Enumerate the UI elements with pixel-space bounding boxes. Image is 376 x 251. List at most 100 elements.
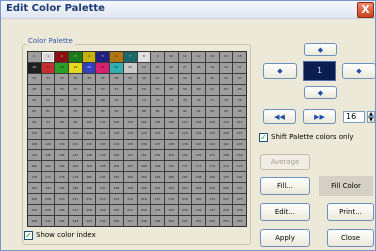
palette-cell[interactable]: 236 (192, 205, 205, 216)
palette-cell[interactable]: 57 (151, 84, 164, 95)
palette-cell[interactable]: 138 (164, 139, 178, 150)
palette-cell[interactable]: 116 (82, 128, 96, 139)
palette-cell[interactable]: 73 (151, 95, 164, 106)
palette-cell[interactable]: 1 (41, 52, 55, 62)
palette-cell[interactable]: 77 (205, 95, 219, 106)
palette-cell[interactable]: 136 (137, 139, 151, 150)
palette-cell[interactable]: 139 (178, 139, 192, 150)
palette-cell[interactable]: 92 (192, 106, 205, 117)
palette-cell[interactable]: 29 (205, 62, 219, 73)
palette-cell[interactable]: 21 (96, 62, 110, 73)
palette-cell[interactable]: 46 (219, 73, 233, 84)
palette-cell[interactable]: 247 (123, 216, 137, 226)
palette-cell[interactable]: 114 (55, 128, 69, 139)
palette-cell[interactable]: 255 (233, 216, 246, 226)
palette-cell[interactable]: 111 (233, 117, 246, 128)
palette-cell[interactable]: 27 (178, 62, 192, 73)
palette-cell[interactable]: 83 (69, 106, 82, 117)
palette-cell[interactable]: 69 (96, 95, 110, 106)
palette-cell[interactable]: 141 (205, 139, 219, 150)
palette-cell[interactable]: 26 (164, 62, 178, 73)
palette-cell[interactable]: 34 (55, 73, 69, 84)
palette-cell[interactable]: 55 (123, 84, 137, 95)
palette-cell[interactable]: 6 (110, 52, 123, 62)
palette-cell[interactable]: 14 (219, 52, 233, 62)
palette-cell[interactable]: 41 (151, 73, 164, 84)
palette-cell[interactable]: 219 (178, 194, 192, 205)
palette-cell[interactable]: 17 (41, 62, 55, 73)
palette-cell[interactable]: 3 (69, 52, 82, 62)
palette-cell[interactable]: 101 (96, 117, 110, 128)
step-down-button[interactable]: ▼ (367, 117, 375, 123)
palette-cell[interactable]: 185 (151, 172, 164, 183)
palette-cell[interactable]: 231 (123, 205, 137, 216)
palette-cell[interactable]: 97 (41, 117, 55, 128)
palette-cell[interactable]: 230 (110, 205, 123, 216)
palette-cell[interactable]: 150 (110, 150, 123, 161)
palette-cell[interactable]: 149 (96, 150, 110, 161)
palette-cell[interactable]: 212 (82, 194, 96, 205)
palette-cell[interactable]: 151 (123, 150, 137, 161)
palette-cell[interactable]: 200 (137, 183, 151, 194)
palette-cell[interactable]: 172 (192, 161, 205, 172)
palette-cell[interactable]: 125 (205, 128, 219, 139)
palette-cell[interactable]: 153 (151, 150, 164, 161)
palette-cell[interactable]: 206 (219, 183, 233, 194)
palette-cell[interactable]: 182 (110, 172, 123, 183)
palette-cell[interactable]: 238 (219, 205, 233, 216)
palette-cell[interactable]: 40 (137, 73, 151, 84)
palette-cell[interactable]: 85 (96, 106, 110, 117)
palette-cell[interactable]: 72 (137, 95, 151, 106)
palette-cell[interactable]: 135 (123, 139, 137, 150)
palette-cell[interactable]: 4 (82, 52, 96, 62)
palette-cell[interactable]: 249 (151, 216, 164, 226)
palette-cell[interactable]: 33 (41, 73, 55, 84)
palette-cell[interactable]: 117 (96, 128, 110, 139)
palette-cell[interactable]: 58 (164, 84, 178, 95)
palette-cell[interactable]: 190 (219, 172, 233, 183)
move-left-button[interactable]: ◆ (263, 63, 297, 79)
palette-cell[interactable]: 31 (233, 62, 246, 73)
palette-cell[interactable]: 205 (205, 183, 219, 194)
palette-cell[interactable]: 13 (205, 52, 219, 62)
palette-cell[interactable]: 20 (82, 62, 96, 73)
palette-cell[interactable]: 226 (55, 205, 69, 216)
palette-cell[interactable]: 252 (192, 216, 205, 226)
palette-cell[interactable]: 134 (110, 139, 123, 150)
palette-cell[interactable]: 65 (41, 95, 55, 106)
palette-cell[interactable]: 68 (82, 95, 96, 106)
palette-cell[interactable]: 32 (28, 73, 41, 84)
palette-cell[interactable]: 233 (151, 205, 164, 216)
palette-cell[interactable]: 12 (192, 52, 205, 62)
palette-cell[interactable]: 104 (137, 117, 151, 128)
palette-cell[interactable]: 63 (233, 84, 246, 95)
palette-cell[interactable]: 64 (28, 95, 41, 106)
palette-cell[interactable]: 246 (110, 216, 123, 226)
palette-cell[interactable]: 130 (55, 139, 69, 150)
palette-cell[interactable]: 152 (137, 150, 151, 161)
palette-cell[interactable]: 184 (137, 172, 151, 183)
palette-cell[interactable]: 52 (82, 84, 96, 95)
palette-cell[interactable]: 98 (55, 117, 69, 128)
palette-cell[interactable]: 70 (110, 95, 123, 106)
palette-cell[interactable]: 0 (28, 52, 41, 62)
rewind-button[interactable]: ◀◀ (263, 109, 296, 124)
palette-cell[interactable]: 202 (164, 183, 178, 194)
palette-cell[interactable]: 140 (192, 139, 205, 150)
palette-cell[interactable]: 108 (192, 117, 205, 128)
palette-cell[interactable]: 162 (55, 161, 69, 172)
palette-cell[interactable]: 253 (205, 216, 219, 226)
palette-cell[interactable]: 163 (69, 161, 82, 172)
palette-cell[interactable]: 87 (123, 106, 137, 117)
palette-cell[interactable]: 62 (219, 84, 233, 95)
palette-cell[interactable]: 186 (164, 172, 178, 183)
palette-cell[interactable]: 23 (123, 62, 137, 73)
palette-cell[interactable]: 208 (28, 194, 41, 205)
palette-cell[interactable]: 37 (96, 73, 110, 84)
palette-cell[interactable]: 22 (110, 62, 123, 73)
palette-cell[interactable]: 131 (69, 139, 82, 150)
palette-cell[interactable]: 213 (96, 194, 110, 205)
shift-palette-checkbox[interactable]: ✓ (259, 133, 268, 142)
palette-cell[interactable]: 248 (137, 216, 151, 226)
palette-cell[interactable]: 118 (110, 128, 123, 139)
